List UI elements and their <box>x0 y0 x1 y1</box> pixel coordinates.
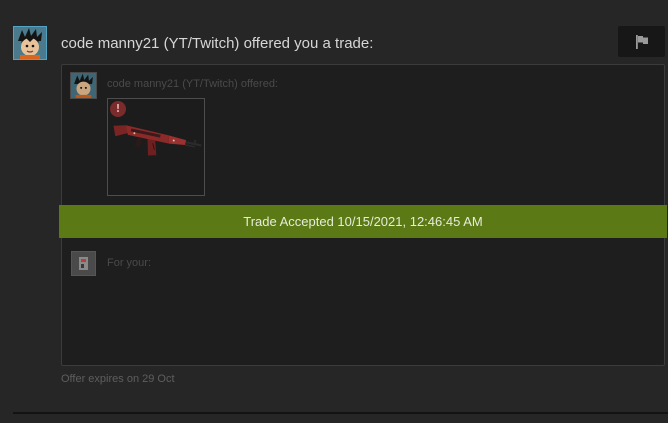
offered-item-slot[interactable]: ! <box>107 98 205 196</box>
avatar-image <box>14 27 46 59</box>
offered-items-label: code manny21 (YT/Twitch) offered: <box>107 78 278 90</box>
trade-status-banner: Trade Accepted 10/15/2021, 12:46:45 AM <box>59 205 667 238</box>
trade-offer-page: code manny21 (YT/Twitch) offered you a t… <box>0 0 668 423</box>
trade-offer-title: code manny21 (YT/Twitch) offered you a t… <box>61 35 374 52</box>
section-divider <box>13 412 668 414</box>
offered-by-avatar[interactable] <box>70 72 97 99</box>
partner-avatar[interactable] <box>13 26 47 60</box>
your-items-label: For your: <box>107 257 152 269</box>
offer-expiry-note: Offer expires on 29 Oct <box>61 373 175 385</box>
flag-icon <box>635 34 648 49</box>
avatar-image-user <box>72 252 95 275</box>
avatar-image-small <box>71 73 96 98</box>
your-avatar[interactable] <box>71 251 96 276</box>
report-flag-button[interactable] <box>618 26 665 57</box>
warning-icon: ! <box>110 101 126 117</box>
